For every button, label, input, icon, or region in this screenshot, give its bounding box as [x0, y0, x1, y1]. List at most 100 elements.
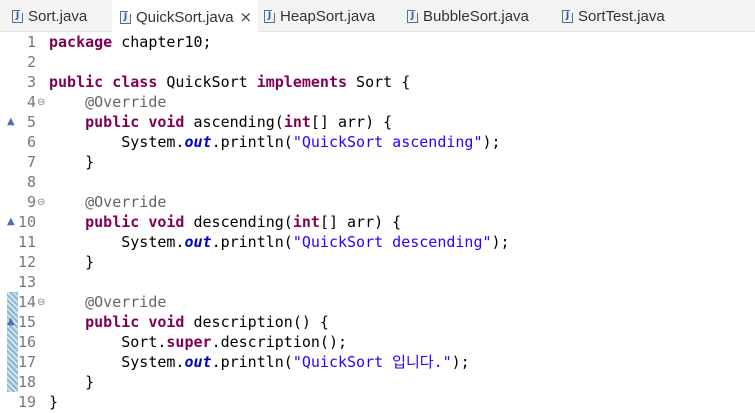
code-line[interactable]: 7 } — [0, 152, 755, 172]
code-token: ); — [482, 133, 501, 151]
code-token: ); — [451, 353, 470, 371]
tab-quicksort-java[interactable]: J QuickSort.java × — [112, 0, 258, 32]
line-number: 6 — [26, 133, 36, 151]
close-icon[interactable]: × — [240, 8, 253, 26]
code-token: class — [112, 73, 158, 91]
code-token: int — [292, 213, 320, 231]
code-line[interactable]: 10 ▲ public void descending(int[] arr) { — [0, 212, 755, 232]
code-text: public class QuickSort implements Sort { — [49, 72, 410, 92]
code-token: out — [184, 233, 212, 251]
tab-heapsort-java[interactable]: J HeapSort.java — [264, 0, 375, 32]
tab-label: BubbleSort.java — [423, 7, 529, 25]
line-number: 8 — [26, 173, 36, 191]
code-line[interactable]: 14 ⊖ @Override — [0, 292, 755, 312]
code-line[interactable]: 18 } — [0, 372, 755, 392]
tab-bubblesort-java[interactable]: J BubbleSort.java — [407, 0, 529, 32]
code-token: implements — [256, 73, 348, 91]
code-token: out — [184, 353, 212, 371]
code-line[interactable]: 2 — [0, 52, 755, 72]
code-text: public void descending(int[] arr) { — [49, 212, 401, 232]
code-token: System. — [49, 353, 185, 371]
code-line[interactable]: 5 ▲ public void ascending(int[] arr) { — [0, 112, 755, 132]
java-file-icon: J — [12, 9, 23, 23]
code-editor[interactable]: 1 package chapter10; 2 3 public class QuickS… — [0, 32, 755, 413]
code-line[interactable]: 19} — [0, 392, 755, 412]
java-file-icon: J — [120, 10, 131, 24]
code-token: "QuickSort descending" — [292, 233, 492, 251]
code-line[interactable]: 17 System.out.println("QuickSort 입니다."); — [0, 352, 755, 372]
line-number: 7 — [26, 153, 36, 171]
code-token: chapter10; — [112, 33, 212, 51]
line-number: 12 — [17, 253, 36, 271]
tab-label: SortTest.java — [578, 7, 665, 25]
code-token: descending( — [184, 213, 293, 231]
code-token: Sort. — [49, 333, 167, 351]
code-text: public void ascending(int[] arr) { — [49, 112, 392, 132]
code-token: public — [49, 73, 104, 91]
line-number: 17 — [17, 353, 36, 371]
line-number: 13 — [17, 273, 36, 291]
code-line[interactable]: 16 Sort.super.description(); — [0, 332, 755, 352]
code-token: .description(); — [211, 333, 348, 351]
java-file-icon: J — [407, 9, 418, 23]
code-token: @Override — [85, 293, 167, 311]
code-token: description() { — [184, 313, 329, 331]
code-token: .println( — [211, 233, 293, 251]
override-marker-icon: ▲ — [7, 316, 15, 327]
code-line[interactable]: 8 — [0, 172, 755, 192]
code-token: public — [85, 313, 140, 331]
code-text: } — [49, 392, 58, 412]
code-token: @Override — [85, 93, 167, 111]
code-text: } — [49, 372, 94, 392]
java-file-icon: J — [562, 9, 573, 23]
tab-label: Sort.java — [28, 7, 88, 25]
code-token: int — [283, 113, 311, 131]
editor-tab-bar: J Sort.java J QuickSort.java × J HeapSor… — [0, 0, 755, 32]
code-token: } — [49, 253, 95, 271]
code-line[interactable]: 15 ▲ public void description() { — [0, 312, 755, 332]
code-line[interactable]: 4 ⊖ @Override — [0, 92, 755, 112]
code-line[interactable]: 11 System.out.println("QuickSort descend… — [0, 232, 755, 252]
code-line[interactable]: 3 public class QuickSort implements Sort … — [0, 72, 755, 92]
fold-collapse-icon[interactable]: ⊖ — [37, 193, 45, 213]
code-text: System.out.println("QuickSort descending… — [49, 232, 509, 252]
tab-label: HeapSort.java — [280, 7, 376, 25]
code-text: public void description() { — [49, 312, 329, 332]
tab-sort-java[interactable]: J Sort.java — [12, 0, 87, 32]
code-token: @Override — [85, 193, 167, 211]
code-token: } — [49, 393, 59, 411]
code-token: void — [148, 313, 185, 331]
fold-collapse-icon[interactable]: ⊖ — [37, 293, 45, 313]
line-number: 16 — [17, 333, 36, 351]
code-token: .println( — [211, 133, 293, 151]
line-number: 4 — [26, 93, 36, 111]
code-token: public — [85, 213, 140, 231]
code-line[interactable]: 1 package chapter10; — [0, 32, 755, 52]
code-line[interactable]: 6 System.out.println("QuickSort ascendin… — [0, 132, 755, 152]
code-line[interactable]: 13 — [0, 272, 755, 292]
code-token: Sort { — [347, 73, 411, 91]
code-token: package — [49, 33, 113, 51]
code-text: package chapter10; — [49, 32, 212, 52]
code-token: .println( — [211, 353, 293, 371]
code-token: "QuickSort 입니다." — [292, 353, 452, 371]
line-number: 3 — [26, 73, 36, 91]
code-token: "QuickSort ascending" — [292, 133, 483, 151]
code-line[interactable]: 12 } — [0, 252, 755, 272]
code-text: @Override — [49, 292, 166, 312]
line-number: 1 — [26, 33, 36, 51]
line-number: 10 — [17, 213, 36, 231]
fold-collapse-icon[interactable]: ⊖ — [37, 93, 45, 113]
code-text: System.out.println("QuickSort 입니다."); — [49, 352, 470, 372]
code-text: } — [49, 252, 94, 272]
code-line[interactable]: 9 ⊖ @Override — [0, 192, 755, 212]
code-text: System.out.println("QuickSort ascending"… — [49, 132, 501, 152]
tab-sorttest-java[interactable]: J SortTest.java — [562, 0, 665, 32]
